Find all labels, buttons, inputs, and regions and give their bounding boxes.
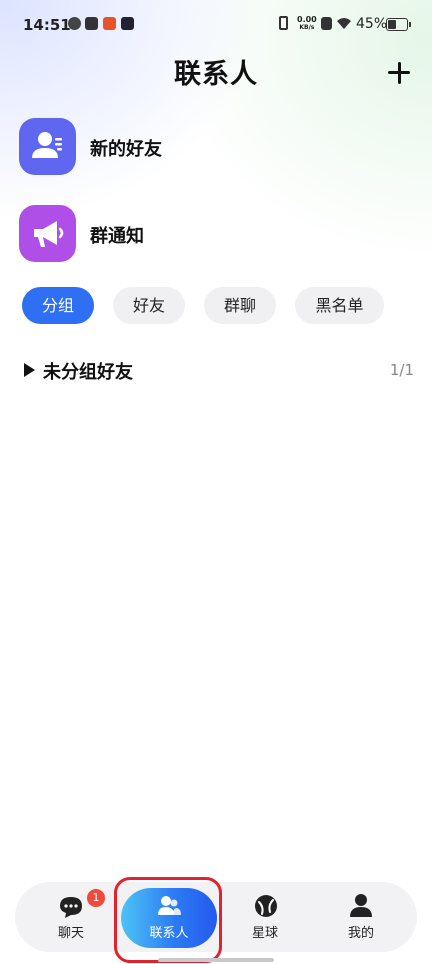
battery-icon (386, 18, 411, 31)
group-ungrouped-friends[interactable]: 未分组好友 1/1 (22, 358, 414, 384)
page-title: 联系人 (174, 59, 258, 90)
new-friend-icon (19, 118, 76, 175)
net-speed-value: 0.00 (297, 15, 317, 24)
no-sim-icon (321, 17, 332, 30)
group-notice-label: 群通知 (90, 226, 144, 247)
new-friends-label: 新的好友 (90, 139, 162, 160)
net-speed-unit: KB/s (299, 24, 315, 31)
expand-triangle-icon (24, 363, 35, 377)
chip-blacklist[interactable]: 黑名单 (295, 287, 384, 324)
battery-percent: 45% (356, 16, 388, 32)
mail-icon (85, 17, 98, 30)
new-friends-row[interactable]: 新的好友 (19, 118, 419, 176)
wifi-icon (337, 18, 351, 29)
vibrate-icon (279, 16, 288, 30)
status-time: 14:51 (23, 16, 71, 34)
nav-me-label: 我的 (347, 926, 374, 941)
planet-icon (255, 895, 277, 917)
add-button[interactable] (380, 54, 416, 90)
group-name: 未分组好友 (43, 362, 133, 383)
nav-me[interactable]: 我的 (327, 882, 395, 952)
chip-group-chats[interactable]: 群聊 (204, 287, 276, 324)
video-app-icon (121, 17, 134, 30)
group-notice-row[interactable]: 群通知 (19, 205, 419, 263)
chat-icon (60, 897, 82, 918)
nav-planet-label: 星球 (251, 926, 278, 941)
nav-chat-label: 聊天 (57, 926, 84, 941)
notification-app-icon (68, 17, 81, 30)
megaphone-icon (19, 205, 76, 262)
contacts-highlight-outline (114, 877, 222, 963)
shopping-app-icon (103, 17, 116, 30)
group-count: 1/1 (389, 361, 414, 379)
profile-icon (350, 894, 372, 917)
net-speed: 0.00 KB/s (297, 16, 317, 32)
nav-planet[interactable]: 星球 (231, 882, 299, 952)
status-bar: 14:51 0.00 KB/s 45% (0, 0, 432, 50)
chip-friends[interactable]: 好友 (113, 287, 185, 324)
chip-groups[interactable]: 分组 (22, 287, 94, 324)
chat-unread-badge: 1 (87, 889, 105, 907)
home-indicator[interactable] (158, 958, 274, 962)
